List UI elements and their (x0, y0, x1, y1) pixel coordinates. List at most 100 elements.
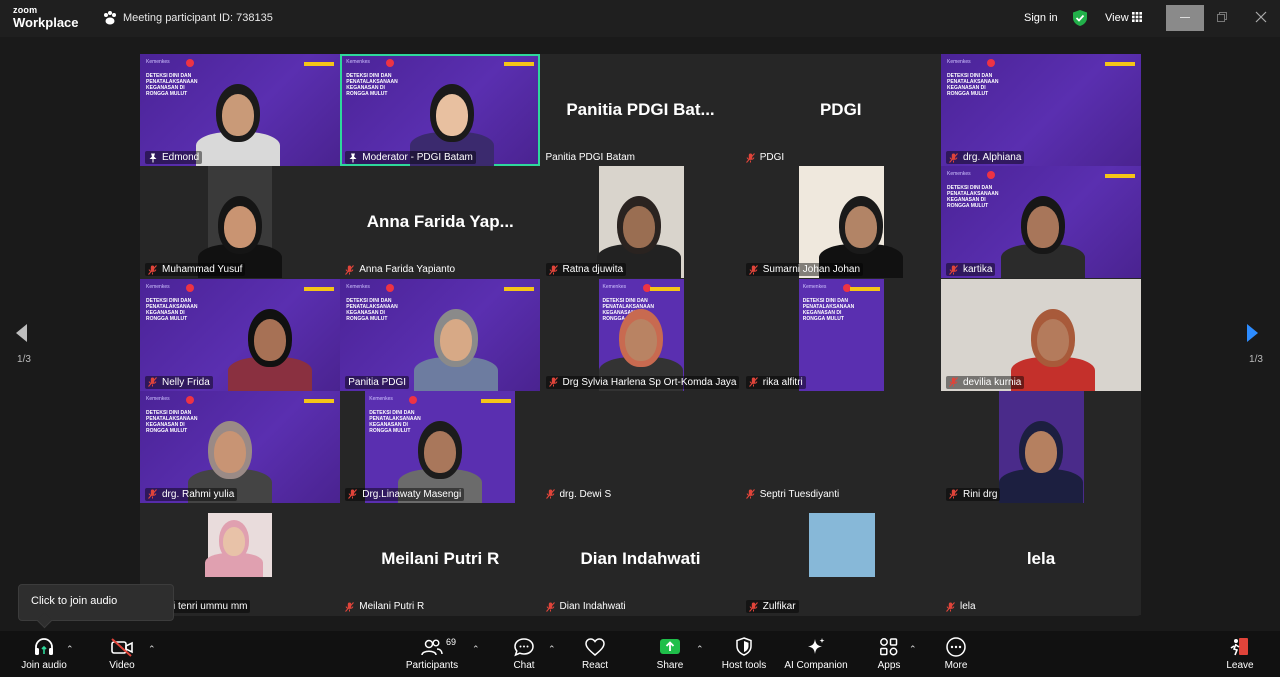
leave-button[interactable]: Leave (1222, 637, 1258, 671)
mic-muted-icon (745, 152, 755, 163)
participant-tile[interactable]: Kemenkes DETEKSI DINI DAN PENATALAKSANAAN… (941, 54, 1141, 166)
participant-tile[interactable]: drg. Dewi S (540, 390, 741, 503)
apps-options-caret-icon[interactable]: ⌃ (909, 644, 917, 655)
participant-name-tag: Septri Tuesdiyanti (745, 488, 839, 501)
participants-options-caret-icon[interactable]: ⌃ (472, 644, 480, 655)
minimize-window-button[interactable] (1166, 5, 1204, 31)
participant-tile[interactable]: Panitia PDGI Bat... Panitia PDGI Batam (540, 54, 741, 166)
banner-title: DETEKSI DINI DAN PENATALAKSANAAN KEGANAS… (947, 73, 999, 97)
mic-muted-icon (148, 377, 157, 387)
banner-tag (1105, 62, 1135, 66)
participant-video-person (140, 503, 340, 577)
chevron-right-icon (1247, 324, 1258, 342)
participant-tile[interactable]: Kemenkes DETEKSI DINI DAN PENATALAKSANAAN… (740, 278, 941, 391)
participant-name: Moderator - PDGI Batam (362, 152, 473, 163)
video-feed (808, 513, 875, 577)
gallery-view: Kemenkes DETEKSI DINI DAN PENATALAKSANAAN… (140, 54, 1141, 616)
participant-name: Meilani Putri R (359, 601, 425, 612)
partner-logo-icon (987, 59, 995, 67)
participant-name-tag: PDGI (745, 151, 784, 164)
join-audio-tooltip: Click to join audio (18, 584, 174, 621)
banner-title: DETEKSI DINI DAN PENATALAKSANAAN KEGANAS… (802, 297, 855, 322)
person-face (254, 318, 286, 361)
participant-tile[interactable]: PDGI PDGI (740, 54, 941, 166)
mic-muted-icon (949, 377, 958, 387)
previous-page-button[interactable]: 1/3 (14, 323, 34, 369)
leave-door-icon (1230, 638, 1248, 656)
participant-paw-icon (104, 11, 116, 25)
participant-tile[interactable]: Kemenkes DETEKSI DINI DAN PENATALAKSANAAN… (140, 390, 340, 503)
ai-companion-button[interactable]: AI Companion (782, 637, 850, 671)
participant-name-tag: Panitia PDGI Batam (546, 151, 635, 164)
chat-button[interactable]: Chat (506, 637, 542, 671)
security-shield-icon[interactable] (1072, 9, 1088, 27)
host-tools-button[interactable]: Host tools (718, 637, 770, 671)
participant-name: Panitia PDGI Batam (545, 152, 635, 163)
participant-tile[interactable]: Zulfikar (740, 503, 941, 615)
participant-tile[interactable]: Kemenkes DETEKSI DINI DAN PENATALAKSANAAN… (140, 54, 340, 166)
participant-video-person (140, 279, 340, 391)
mic-muted-icon (345, 264, 355, 275)
participant-name-tag: devilia kurnia (946, 375, 1025, 389)
maximize-window-icon[interactable] (1217, 12, 1227, 22)
mic-muted-icon (946, 601, 955, 612)
participant-name: drg. Alphiana (963, 152, 1022, 163)
participant-tile[interactable]: Rini drg (941, 390, 1141, 503)
participant-name: Rini drg (963, 488, 998, 500)
zoom-logo: zoom Workplace (13, 6, 79, 30)
participant-tile[interactable]: Kemenkes DETEKSI DINI DAN PENATALAKSANAAN… (340, 278, 541, 391)
next-page-button[interactable]: 1/3 (1246, 323, 1266, 369)
participant-tile[interactable]: Kemenkes DETEKSI DINI DAN PENATALAKSANAAN… (340, 54, 541, 166)
chat-options-caret-icon[interactable]: ⌃ (548, 644, 556, 655)
mic-muted-icon (345, 601, 355, 612)
apps-button[interactable]: Apps (872, 637, 906, 671)
participant-name-tag: drg. Rahmi yulia (145, 487, 238, 501)
share-button[interactable]: Share (650, 637, 690, 671)
person-face (844, 206, 877, 249)
participant-display-name: Meilani Putri R (381, 549, 500, 568)
mic-muted-icon (748, 601, 758, 612)
more-button[interactable]: More (938, 637, 974, 671)
person-face (436, 94, 469, 136)
participant-name: Drg Sylvia Harlena Sp Ort-Komda Jaya (562, 376, 737, 388)
join-audio-button[interactable]: Join audio (18, 637, 70, 671)
person-face (1025, 430, 1057, 473)
participant-video-person (941, 391, 1141, 503)
mic-muted-icon (745, 489, 755, 500)
participant-name-tag: Sumarni Johan Johan (745, 263, 864, 277)
participant-video-person (140, 391, 340, 503)
participant-tile[interactable]: Kemenkes DETEKSI DINI DAN PENATALAKSANAAN… (340, 390, 541, 503)
participant-tile[interactable]: Anna Farida Yap... Anna Farida Yapianto (340, 166, 541, 279)
participant-tile[interactable]: Dian Indahwati Dian Indahwati (540, 503, 741, 615)
participant-name-tag: Panitia PDGI (345, 375, 410, 389)
share-options-caret-icon[interactable]: ⌃ (696, 644, 704, 655)
participant-tile[interactable]: Muhammad Yusuf (140, 166, 340, 279)
participant-name: Edmond (162, 152, 200, 163)
grid-view-icon[interactable] (1132, 12, 1142, 22)
video-button[interactable]: Video (100, 637, 144, 671)
participant-tile[interactable]: Sumarni Johan Johan (740, 166, 941, 279)
participant-tile[interactable]: lela lela (941, 503, 1141, 615)
audio-options-caret-icon[interactable]: ⌃ (66, 644, 74, 655)
ai-companion-label: AI Companion (784, 660, 848, 671)
participant-tile[interactable]: Meilani Putri R Meilani Putri R (340, 503, 541, 615)
participant-tile[interactable]: Kemenkes DETEKSI DINI DAN PENATALAKSANAAN… (941, 166, 1141, 279)
person-face (1027, 206, 1059, 249)
sign-in-link[interactable]: Sign in (1024, 12, 1058, 24)
participant-video-person (541, 166, 741, 279)
participant-tile[interactable]: Septri Tuesdiyanti (740, 390, 941, 503)
close-window-icon[interactable] (1255, 11, 1267, 23)
participant-video-person (140, 166, 340, 279)
participant-name: devilia kurnia (963, 376, 1022, 388)
participant-tile[interactable]: devilia kurnia (941, 278, 1141, 391)
participant-display-name: lela (1026, 549, 1056, 568)
view-menu-button[interactable]: View (1105, 12, 1129, 24)
participant-tile[interactable]: Kemenkes DETEKSI DINI DAN PENATALAKSANAAN… (140, 278, 340, 391)
participant-name-tag: Anna Farida Yapianto (345, 263, 455, 276)
video-options-caret-icon[interactable]: ⌃ (148, 644, 156, 655)
participant-tile[interactable]: Ratna djuwita (540, 166, 741, 279)
more-label: More (944, 660, 968, 671)
participant-name: kartika (963, 264, 993, 276)
participant-tile[interactable]: Kemenkes DETEKSI DINI DAN PENATALAKSANAAN… (540, 278, 741, 391)
react-button[interactable]: React (576, 637, 614, 671)
